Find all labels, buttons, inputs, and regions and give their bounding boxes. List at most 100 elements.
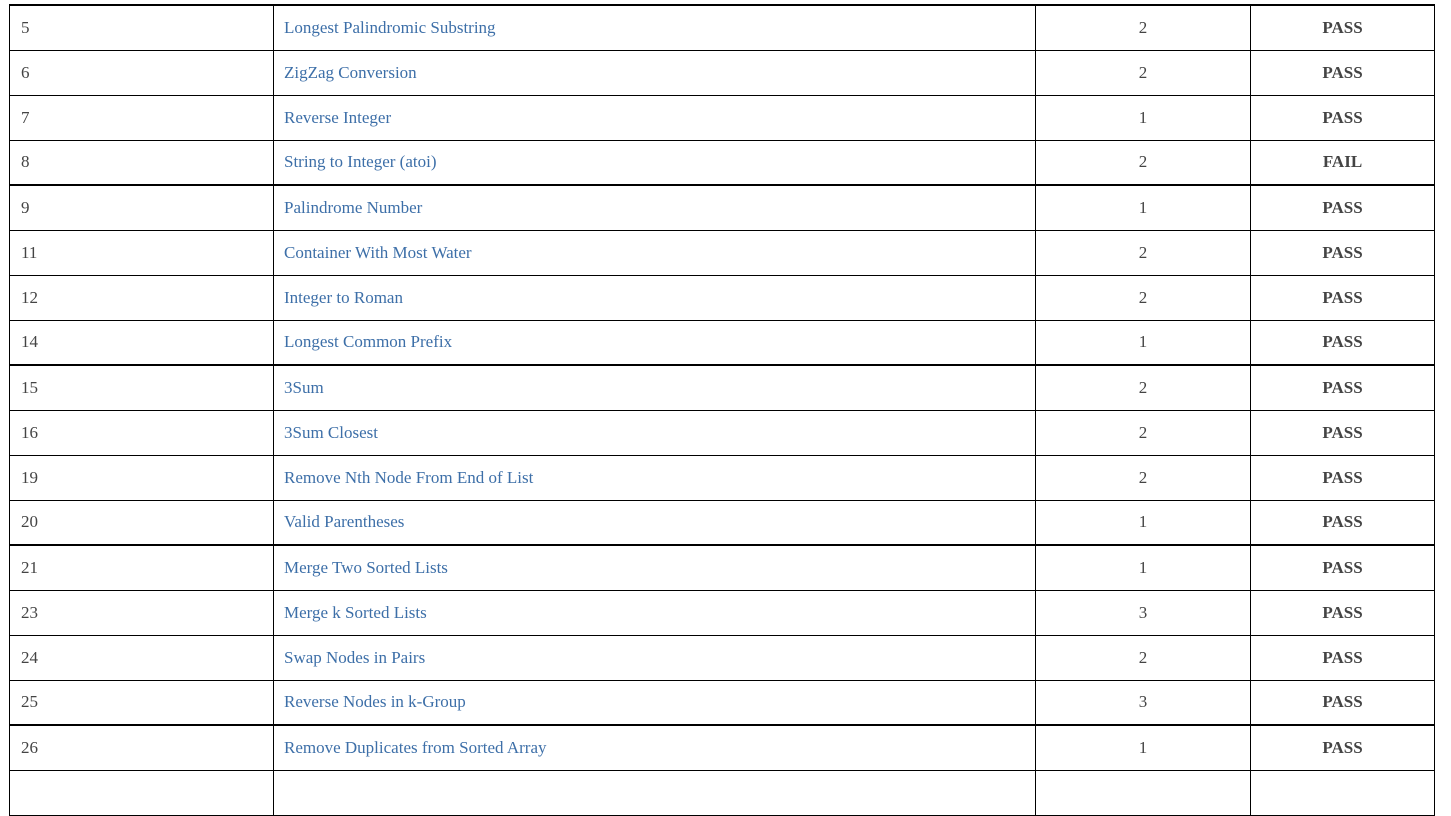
problem-id-cell: 19: [9, 455, 274, 501]
difficulty-cell: 2: [1035, 50, 1251, 96]
difficulty-cell: 1: [1035, 544, 1251, 591]
status-badge: PASS: [1250, 455, 1435, 501]
status-badge: PASS: [1250, 680, 1435, 726]
problem-title-cell: ZigZag Conversion: [273, 50, 1036, 96]
status-badge: PASS: [1250, 184, 1435, 231]
table-row: 9 Palindrome Number 1 PASS: [9, 184, 1435, 231]
problem-title-cell: Merge Two Sorted Lists: [273, 544, 1036, 591]
status-badge: FAIL: [1250, 140, 1435, 186]
problem-id-cell: 6: [9, 50, 274, 96]
status-badge: PASS: [1250, 50, 1435, 96]
problem-id-cell: 7: [9, 95, 274, 141]
problem-title-cell: Swap Nodes in Pairs: [273, 635, 1036, 681]
problem-title-link[interactable]: Valid Parentheses: [284, 512, 404, 531]
problem-title-link[interactable]: Longest Common Prefix: [284, 332, 452, 351]
problem-title-link[interactable]: Palindrome Number: [284, 198, 422, 217]
difficulty-cell: 3: [1035, 680, 1251, 726]
problem-id-cell: 9: [9, 184, 274, 231]
table-row: [9, 770, 1435, 816]
status-badge: PASS: [1250, 95, 1435, 141]
table-row: 5 Longest Palindromic Substring 2 PASS: [9, 4, 1435, 51]
problem-title-cell: 3Sum Closest: [273, 410, 1036, 456]
status-badge: PASS: [1250, 590, 1435, 636]
problem-title-cell: Remove Nth Node From End of List: [273, 455, 1036, 501]
table-row: 14 Longest Common Prefix 1 PASS: [9, 320, 1435, 366]
status-badge: PASS: [1250, 4, 1435, 51]
table-row: 25 Reverse Nodes in k-Group 3 PASS: [9, 680, 1435, 726]
problem-id-cell: 23: [9, 590, 274, 636]
problem-title-link[interactable]: Remove Duplicates from Sorted Array: [284, 738, 547, 757]
problem-id-cell: 11: [9, 230, 274, 276]
difficulty-cell: 2: [1035, 635, 1251, 681]
problem-title-link[interactable]: Swap Nodes in Pairs: [284, 648, 425, 667]
table-row: 24 Swap Nodes in Pairs 2 PASS: [9, 635, 1435, 681]
problem-id-cell: 21: [9, 544, 274, 591]
difficulty-cell: 1: [1035, 320, 1251, 366]
status-badge: [1250, 770, 1435, 816]
table-row: 12 Integer to Roman 2 PASS: [9, 275, 1435, 321]
difficulty-cell: 2: [1035, 4, 1251, 51]
problem-id-cell: 5: [9, 4, 274, 51]
results-table-container: 5 Longest Palindromic Substring 2 PASS 6 ZigZ…: [9, 4, 1435, 816]
problem-id-cell: 20: [9, 500, 274, 546]
problem-id-cell: 16: [9, 410, 274, 456]
problem-id-cell: 14: [9, 320, 274, 366]
status-badge: PASS: [1250, 320, 1435, 366]
status-badge: PASS: [1250, 544, 1435, 591]
problem-title-cell: Container With Most Water: [273, 230, 1036, 276]
difficulty-cell: 1: [1035, 500, 1251, 546]
table-row: 23 Merge k Sorted Lists 3 PASS: [9, 590, 1435, 636]
status-badge: PASS: [1250, 500, 1435, 546]
problem-title-cell: 3Sum: [273, 364, 1036, 411]
table-row: 19 Remove Nth Node From End of List 2 PASS: [9, 455, 1435, 501]
results-table: 5 Longest Palindromic Substring 2 PASS 6 ZigZ…: [9, 4, 1435, 816]
problem-title-cell: Longest Common Prefix: [273, 320, 1036, 366]
problem-id-cell: 12: [9, 275, 274, 321]
difficulty-cell: 2: [1035, 230, 1251, 276]
problem-title-link[interactable]: Container With Most Water: [284, 243, 472, 262]
difficulty-cell: 2: [1035, 364, 1251, 411]
difficulty-cell: 2: [1035, 455, 1251, 501]
problem-title-link[interactable]: Reverse Nodes in k-Group: [284, 692, 466, 711]
problem-title-link[interactable]: Longest Palindromic Substring: [284, 18, 496, 37]
table-row: 15 3Sum 2 PASS: [9, 364, 1435, 411]
difficulty-cell: 2: [1035, 140, 1251, 186]
problem-title-cell: Remove Duplicates from Sorted Array: [273, 724, 1036, 771]
problem-id-cell: 15: [9, 364, 274, 411]
problem-title-link[interactable]: 3Sum: [284, 378, 324, 397]
problem-id-cell: 8: [9, 140, 274, 186]
problem-title-cell: Merge k Sorted Lists: [273, 590, 1036, 636]
table-row: 16 3Sum Closest 2 PASS: [9, 410, 1435, 456]
problem-title-cell: Valid Parentheses: [273, 500, 1036, 546]
difficulty-cell: 2: [1035, 275, 1251, 321]
problem-id-cell: 26: [9, 724, 274, 771]
status-badge: PASS: [1250, 275, 1435, 321]
table-row: 26 Remove Duplicates from Sorted Array 1 PA…: [9, 724, 1435, 771]
status-badge: PASS: [1250, 635, 1435, 681]
problem-id-cell: 24: [9, 635, 274, 681]
problem-title-link[interactable]: Remove Nth Node From End of List: [284, 468, 533, 487]
table-row: 11 Container With Most Water 2 PASS: [9, 230, 1435, 276]
difficulty-cell: [1035, 770, 1251, 816]
table-row: 21 Merge Two Sorted Lists 1 PASS: [9, 544, 1435, 591]
problem-title-cell: String to Integer (atoi): [273, 140, 1036, 186]
problem-title-link[interactable]: String to Integer (atoi): [284, 152, 437, 171]
problem-title-link[interactable]: Merge Two Sorted Lists: [284, 558, 448, 577]
problem-title-link[interactable]: Reverse Integer: [284, 108, 391, 127]
problem-title-link[interactable]: ZigZag Conversion: [284, 63, 417, 82]
difficulty-cell: 3: [1035, 590, 1251, 636]
problem-id-cell: 25: [9, 680, 274, 726]
problem-title-cell: Reverse Integer: [273, 95, 1036, 141]
problem-title-link[interactable]: Merge k Sorted Lists: [284, 603, 427, 622]
difficulty-cell: 1: [1035, 95, 1251, 141]
problem-id-cell: [9, 770, 274, 816]
status-badge: PASS: [1250, 410, 1435, 456]
problem-title-link[interactable]: Integer to Roman: [284, 288, 403, 307]
table-row: 6 ZigZag Conversion 2 PASS: [9, 50, 1435, 96]
status-badge: PASS: [1250, 364, 1435, 411]
problem-title-link[interactable]: 3Sum Closest: [284, 423, 378, 442]
results-table-body: 5 Longest Palindromic Substring 2 PASS 6 ZigZ…: [9, 4, 1435, 816]
difficulty-cell: 2: [1035, 410, 1251, 456]
difficulty-cell: 1: [1035, 724, 1251, 771]
status-badge: PASS: [1250, 724, 1435, 771]
